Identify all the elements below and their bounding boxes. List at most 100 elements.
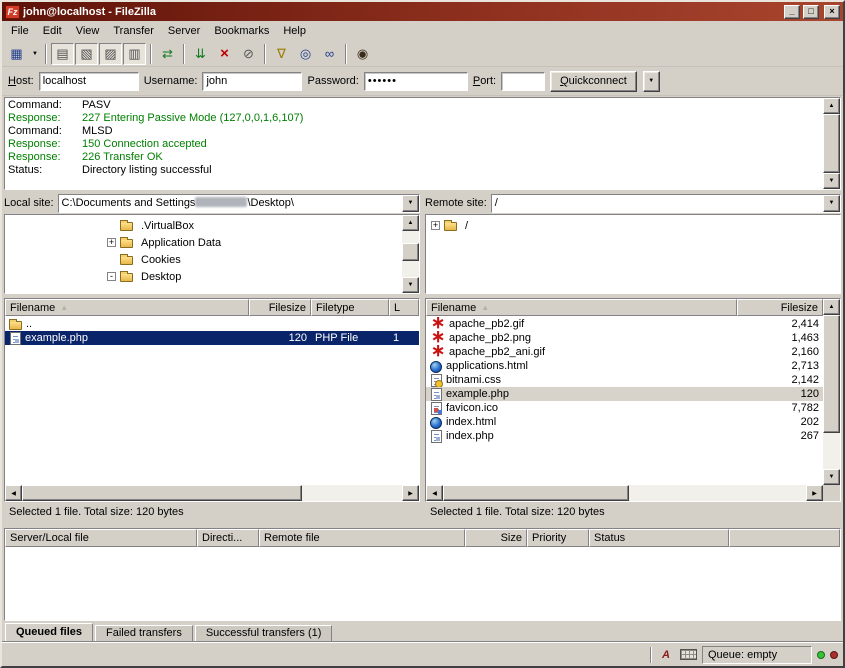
scroll-left-icon[interactable]: ◀	[5, 485, 22, 501]
tab-queued-files[interactable]: Queued files	[5, 623, 93, 642]
column-header-priority[interactable]: Priority	[527, 529, 589, 547]
scrollbar-track[interactable]	[823, 315, 840, 469]
synchronized-browsing-button[interactable]: ∞	[318, 43, 341, 65]
chevron-down-icon[interactable]: ▼	[823, 195, 840, 212]
remote-site-combobox[interactable]: / ▼	[491, 194, 841, 213]
scroll-down-icon[interactable]: ▼	[823, 173, 840, 189]
toggle-message-log-button[interactable]: ▤	[51, 43, 74, 65]
file-row[interactable]: bitnami.css2,142	[426, 373, 823, 387]
minimize-button[interactable]: _	[784, 5, 800, 19]
menu-edit[interactable]: Edit	[36, 22, 69, 40]
close-button[interactable]: ×	[824, 5, 840, 19]
column-header-filetype[interactable]: Filetype	[311, 299, 389, 316]
file-row[interactable]: index.html202	[426, 415, 823, 429]
tab-failed-transfers[interactable]: Failed transfers	[95, 625, 193, 642]
column-header-status[interactable]: Status	[589, 529, 729, 547]
log-line: Status:Directory listing successful	[8, 164, 820, 177]
scroll-right-icon[interactable]: ▶	[806, 485, 823, 501]
scrollbar-thumb[interactable]	[443, 485, 629, 501]
file-row-selected[interactable]: example.php 120 PHP File 1	[5, 331, 419, 345]
file-row-selected[interactable]: example.php120	[426, 387, 823, 401]
scroll-up-icon[interactable]: ▲	[402, 215, 419, 231]
queue-body[interactable]	[5, 547, 840, 620]
column-header-server-local-file[interactable]: Server/Local file	[5, 529, 197, 547]
file-row[interactable]: apache_pb2_ani.gif2,160	[426, 345, 823, 359]
scrollbar-track[interactable]	[22, 485, 402, 501]
menu-view[interactable]: View	[69, 22, 107, 40]
tree-item[interactable]: -Desktop	[5, 268, 402, 285]
site-manager-button[interactable]: ▦	[5, 43, 28, 65]
toggle-local-tree-button[interactable]: ▧	[75, 43, 98, 65]
scroll-right-icon[interactable]: ▶	[402, 485, 419, 501]
menu-file[interactable]: File	[4, 22, 36, 40]
scrollbar-corner	[823, 485, 840, 501]
tree-expander[interactable]: +	[107, 238, 116, 247]
chevron-down-icon[interactable]: ▼	[402, 195, 419, 212]
scroll-up-icon[interactable]: ▲	[823, 98, 840, 114]
file-row[interactable]: apache_pb2.gif2,414	[426, 317, 823, 331]
menu-bookmarks[interactable]: Bookmarks	[207, 22, 276, 40]
scrollbar-thumb[interactable]	[823, 114, 840, 173]
column-header-remote-file[interactable]: Remote file	[259, 529, 465, 547]
menu-help[interactable]: Help	[276, 22, 313, 40]
column-header-filename[interactable]: Filename▲	[426, 299, 737, 316]
quickconnect-button[interactable]: Quickconnect	[550, 71, 637, 92]
cancel-button[interactable]: ×	[213, 43, 236, 65]
scrollbar-track[interactable]	[443, 485, 806, 501]
directory-filter-button[interactable]: ∇	[270, 43, 293, 65]
password-input[interactable]	[364, 72, 468, 91]
refresh-button[interactable]: ⇄	[156, 43, 179, 65]
file-row[interactable]: ..	[5, 317, 419, 331]
directory-comparison-button[interactable]: ◎	[294, 43, 317, 65]
file-row[interactable]: favicon.ico7,782	[426, 401, 823, 415]
port-input[interactable]	[501, 72, 545, 91]
column-header-size[interactable]: Size	[465, 529, 527, 547]
scrollbar-track[interactable]	[402, 231, 419, 277]
username-input[interactable]	[202, 72, 302, 91]
file-row[interactable]: apache_pb2.png1,463	[426, 331, 823, 345]
local-site-combobox[interactable]: C:\Documents and Settings\Desktop\ ▼	[58, 194, 420, 213]
tree-expander[interactable]: +	[431, 221, 440, 230]
remote-list-vscrollbar[interactable]: ▲ ▼	[823, 299, 840, 485]
remote-list-hscrollbar[interactable]: ◀ ▶	[426, 485, 840, 501]
scroll-up-icon[interactable]: ▲	[823, 299, 840, 315]
tree-item[interactable]: +Application Data	[5, 234, 402, 251]
toggle-remote-tree-button[interactable]: ▨	[99, 43, 122, 65]
scrollbar-track[interactable]	[823, 114, 840, 173]
tree-item[interactable]: +/	[426, 217, 840, 234]
column-header-filesize[interactable]: Filesize	[737, 299, 823, 316]
menu-transfer[interactable]: Transfer	[106, 22, 161, 40]
disconnect-button[interactable]: ⊘	[237, 43, 260, 65]
tree-item[interactable]: Cookies	[5, 251, 402, 268]
tree-item[interactable]: .VirtualBox	[5, 217, 402, 234]
column-header-direction[interactable]: Directi...	[197, 529, 259, 547]
quickconnect-dropdown-button[interactable]: ▼	[643, 71, 660, 92]
file-row[interactable]: index.php267	[426, 429, 823, 443]
local-list-hscrollbar[interactable]: ◀ ▶	[5, 485, 419, 501]
column-header-filename[interactable]: Filename▲	[5, 299, 249, 316]
log-scrollbar[interactable]: ▲ ▼	[823, 98, 840, 189]
toggle-transfer-queue-button[interactable]: ▥	[123, 43, 146, 65]
remote-site-path[interactable]: /	[492, 195, 823, 212]
column-header-filesize[interactable]: Filesize	[249, 299, 311, 316]
filezilla-app-icon[interactable]: Fz	[5, 5, 20, 19]
local-tree-scrollbar[interactable]: ▲ ▼	[402, 215, 419, 293]
file-row[interactable]: applications.html2,713	[426, 359, 823, 373]
scrollbar-thumb[interactable]	[402, 243, 419, 261]
scrollbar-thumb[interactable]	[823, 315, 840, 433]
local-site-path[interactable]: C:\Documents and Settings\Desktop\	[59, 195, 402, 212]
site-manager-dropdown-icon[interactable]: ▼	[29, 43, 41, 65]
scroll-left-icon[interactable]: ◀	[426, 485, 443, 501]
scroll-down-icon[interactable]: ▼	[402, 277, 419, 293]
scroll-down-icon[interactable]: ▼	[823, 469, 840, 485]
maximize-button[interactable]: □	[803, 5, 819, 19]
menu-server[interactable]: Server	[161, 22, 207, 40]
process-queue-button[interactable]: ⇊	[189, 43, 212, 65]
tab-successful-transfers[interactable]: Successful transfers (1)	[195, 625, 333, 642]
tree-expander[interactable]: -	[107, 272, 116, 281]
find-files-button[interactable]: ◉	[351, 43, 374, 65]
host-input[interactable]	[39, 72, 139, 91]
scrollbar-thumb[interactable]	[22, 485, 302, 501]
column-header-last-modified[interactable]: L	[389, 299, 419, 316]
quickconnect-bar: Host: Username: Password: Port: Quickcon…	[2, 67, 843, 96]
